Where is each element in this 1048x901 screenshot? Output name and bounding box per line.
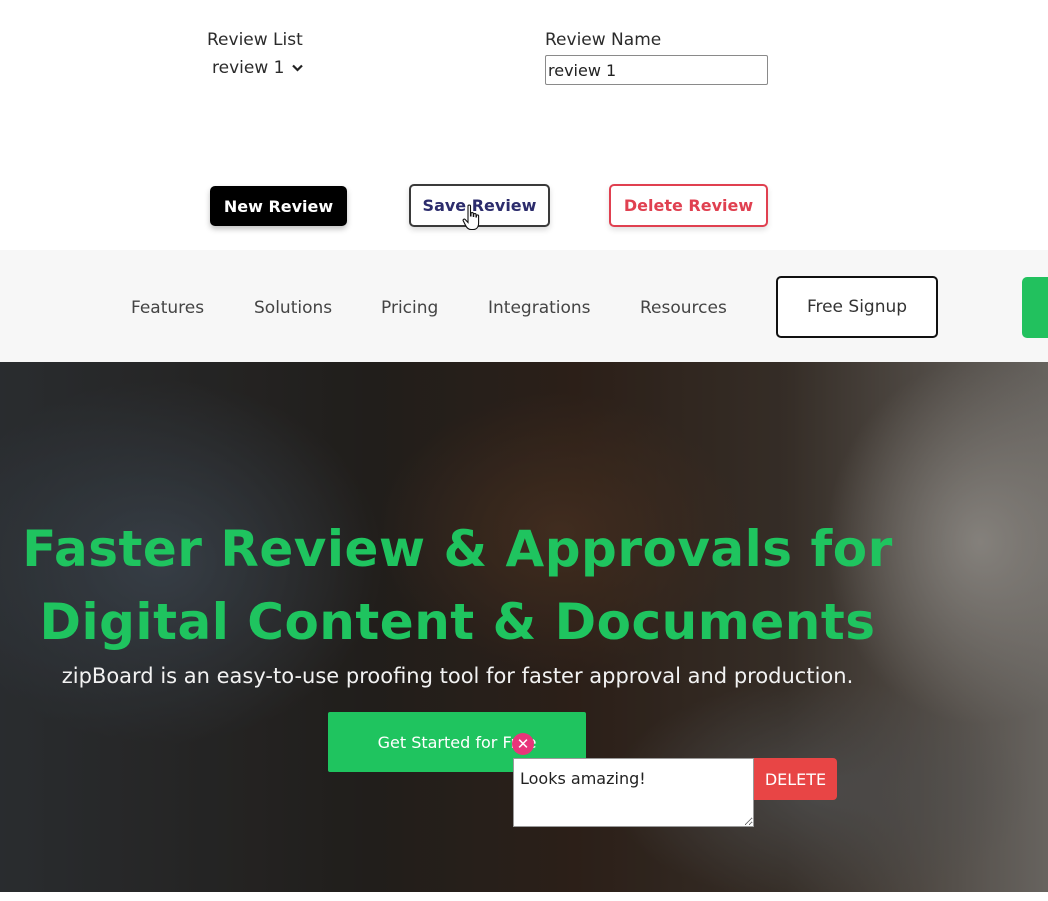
bottom-strip [0, 892, 1048, 901]
nav-pricing-link[interactable]: Pricing [381, 298, 438, 318]
hand-pointer-icon [462, 204, 480, 231]
review-list-label: Review List [207, 30, 303, 50]
hero-subtitle: zipBoard is an easy-to-use proofing tool… [61, 664, 854, 688]
hero-title-line-2: Digital Content & Documents [39, 593, 876, 651]
nav-resources-link[interactable]: Resources [640, 298, 727, 318]
nav-features-link[interactable]: Features [131, 298, 204, 318]
review-list-select[interactable]: review 1 [212, 58, 304, 78]
chevron-down-icon [292, 62, 304, 74]
new-review-button[interactable]: New Review [210, 186, 347, 226]
comment-textarea[interactable]: Looks amazing! [513, 758, 754, 827]
review-list-value: review 1 [212, 58, 285, 78]
review-name-input[interactable] [545, 55, 768, 85]
free-signup-button[interactable]: Free Signup [776, 276, 938, 338]
close-icon[interactable]: ✕ [512, 733, 534, 755]
delete-review-button[interactable]: Delete Review [609, 184, 768, 227]
nav-integrations-link[interactable]: Integrations [488, 298, 591, 318]
app-frame: Review List review 1 Review Name New Rev… [0, 0, 1048, 901]
hero-title-line-1: Faster Review & Approvals for [22, 520, 893, 578]
comment-delete-button[interactable]: DELETE [754, 758, 837, 800]
review-name-label: Review Name [545, 30, 662, 50]
nav-cta-button-partial[interactable] [1022, 277, 1048, 338]
review-panel: Review List review 1 Review Name New Rev… [0, 0, 1048, 250]
nav-solutions-link[interactable]: Solutions [254, 298, 332, 318]
